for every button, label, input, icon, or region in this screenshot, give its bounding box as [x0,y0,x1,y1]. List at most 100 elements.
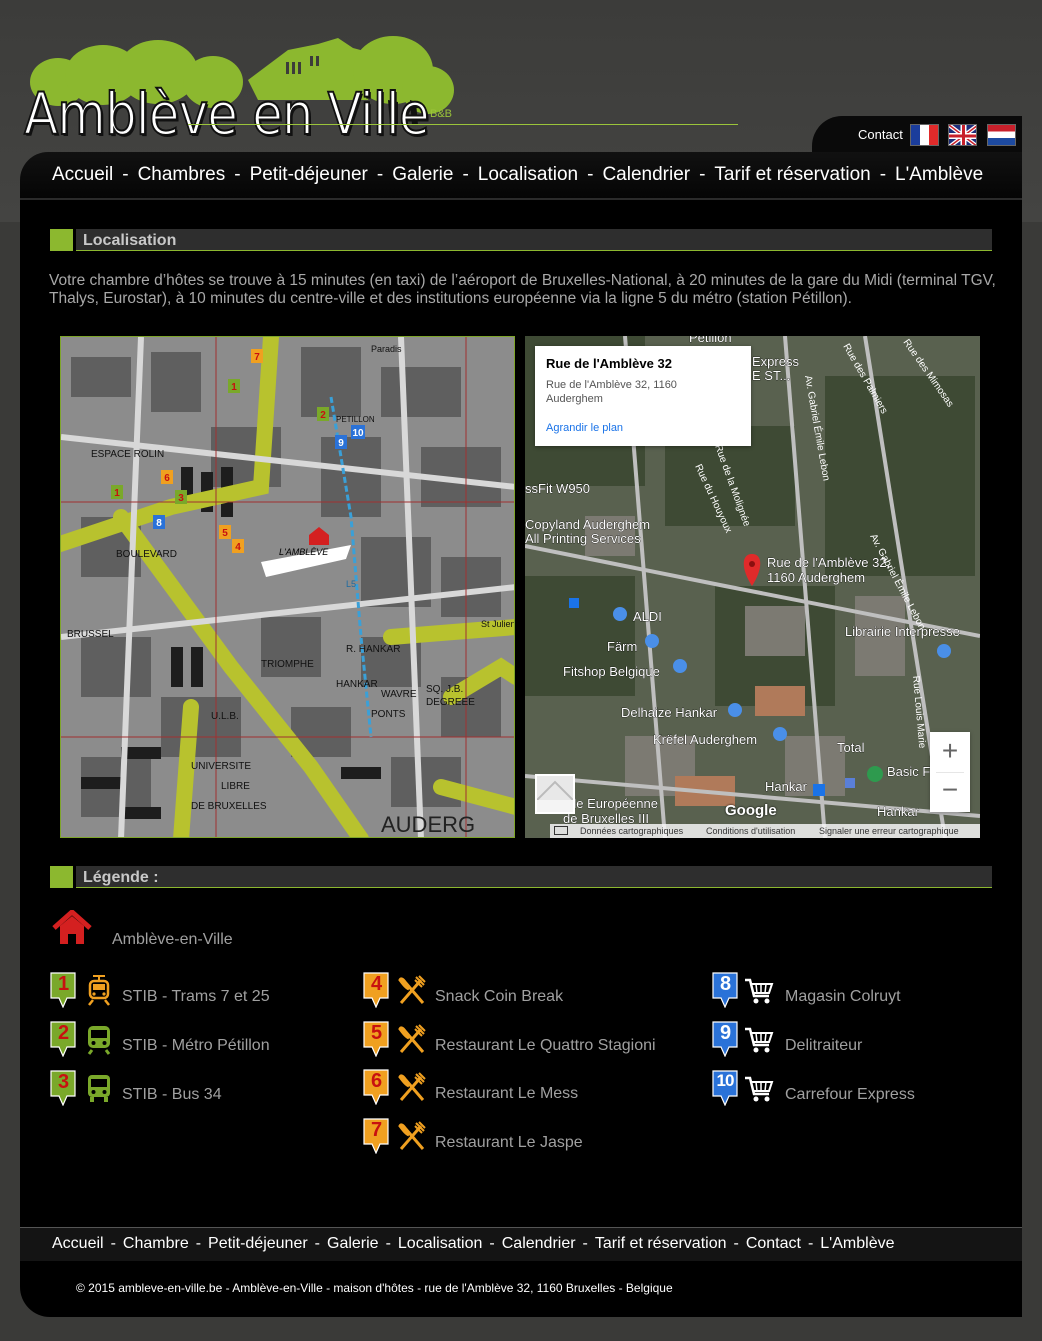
legend-item: 4 Snack Coin Break [363,972,703,1012]
contact-link[interactable]: Contact [858,127,903,142]
legend-label: STIB - Trams 7 et 25 [122,988,270,1005]
fork-knife-icon [397,1120,427,1152]
legend-restaurant-column: 4 Snack Coin Break 5 Restaurant Le Quattro … [363,972,703,1172]
map-place-label: Hankar [765,779,808,794]
nav-calendrier[interactable]: Calendrier [602,164,690,185]
section-title-localisation: Localisation [50,229,992,251]
title-square-icon [50,866,73,888]
home-icon [52,910,92,944]
map-data-link[interactable]: Données cartographiques [580,826,683,836]
footer-nav-chambre[interactable]: Chambre [123,1235,189,1252]
map-pin-icon: 8 [712,972,738,1009]
copyright-text: © 2015 ambleve-en-ville.be - Amblève-en-… [76,1281,673,1295]
map-place-label: Total [837,740,865,755]
keyboard-icon[interactable] [554,826,568,835]
nav-separator: - [489,1235,495,1252]
french-flag-icon[interactable] [910,124,939,146]
nav-l-ambl-ve[interactable]: L'Amblève [895,164,983,185]
nav-separator: - [385,1235,391,1252]
footer-nav-items: Accueil - Chambre - Petit-déjeuner - Galerie - L… [52,1235,894,1253]
site-logo[interactable]: Amblève en Ville B&B [18,30,758,150]
nav-chambres[interactable]: Chambres [138,164,226,185]
legend-home-label: Amblève-en-Ville [112,931,233,948]
site-header: Amblève en Ville B&B Contact Accueil - Cha… [0,0,1042,222]
map-label: LIBRE [221,781,250,792]
map-pin-number: 8 [719,973,731,995]
legend-item: 7 Restaurant Le Jaspe [363,1117,703,1158]
nav-petit-d-jeuner[interactable]: Petit-déjeuner [250,164,368,185]
footer-nav-calendrier[interactable]: Calendrier [502,1235,576,1252]
footer-nav-tarif-et-r-servation[interactable]: Tarif et réservation [595,1235,727,1252]
footer-nav-accueil[interactable]: Accueil [52,1235,104,1252]
map-place-label: ssFit W950 [525,481,590,496]
svg-text:10: 10 [352,428,364,439]
map-terms-link[interactable]: Conditions d'utilisation [706,826,795,836]
footer-nav-l-ambl-ve[interactable]: L'Amblève [820,1235,894,1252]
nav-separator: - [807,1235,814,1252]
nav-accueil[interactable]: Accueil [52,164,113,185]
footer-nav-localisation[interactable]: Localisation [398,1235,483,1252]
nav-separator: - [587,164,594,185]
map-pin-icon: 9 [712,1021,738,1058]
map-info-window: Rue de l'Amblève 32 Rue de l'Amblève 32,… [535,346,751,446]
map-place-label: Librairie Interpresse [845,624,960,639]
map-label: ESPACE ROLIN [91,449,164,460]
map-pin-number: 10 [716,1071,735,1090]
map-pin-icon: 1 [50,972,76,1009]
title-square-icon [50,229,73,251]
zoom-control: + − [930,732,970,812]
map-label: WAVRE [381,689,417,700]
zoom-in-button[interactable]: + [930,732,970,772]
legend-label: Snack Coin Break [435,988,564,1005]
section-title-legend: Légende : [50,866,992,888]
svg-text:1: 1 [231,382,237,393]
map-pin-icon: 3 [50,1070,76,1107]
map-place-label: Fitshop Belgique [563,664,660,679]
zoom-out-button[interactable]: − [930,772,970,812]
nav-tarif-et-r-servation[interactable]: Tarif et réservation [714,164,870,185]
map-label: AUDERG [381,812,475,837]
footer-nav: Accueil - Chambre - Petit-déjeuner - Galerie - L… [20,1227,1022,1261]
fork-knife-icon [397,1023,427,1055]
main-content: Localisation Votre chambre d’hôtes se tr… [20,200,1022,1227]
legend-item: 10 Carrefour Express [712,1070,992,1110]
footer-nav-galerie[interactable]: Galerie [327,1235,379,1252]
map-marker-label: 1160 Auderghem [767,570,865,585]
english-flag-icon[interactable] [948,124,977,146]
metro-icon [84,1023,114,1055]
map-pin-number: 7 [370,1118,382,1141]
legend-label: STIB - Métro Pétillon [122,1037,270,1054]
map-label: L5 [346,579,356,589]
map-pin-number: 2 [57,1022,69,1044]
google-map[interactable]: Rue de l'Amblève 32, 1160 Auderghem ALDI… [525,336,980,838]
footer-nav-contact[interactable]: Contact [746,1235,801,1252]
map-place-label: Hankar [877,804,920,819]
map-pin-icon: 4 [363,972,389,1009]
map-place-label: ALDI [633,609,662,624]
svg-text:9: 9 [338,438,344,449]
dutch-flag-icon[interactable] [987,124,1016,146]
enlarge-map-link[interactable]: Agrandir le plan [546,422,623,434]
main-nav: Accueil - Chambres - Petit-déjeuner - Galerie -… [20,152,1022,198]
legend-shop-column: 8 Magasin Colruyt 9 Delitraiteur 10 Carrefour… [712,972,992,1122]
footer-nav-petit-d-jeuner[interactable]: Petit-déjeuner [208,1235,308,1252]
nav-galerie[interactable]: Galerie [392,164,453,185]
fork-knife-icon [397,974,427,1006]
map-report-link[interactable]: Signaler une erreur cartographique [819,826,959,836]
map-pin-number: 4 [370,973,382,995]
street-view-toggle[interactable] [535,774,575,814]
legend-label: Restaurant Le Jaspe [435,1133,583,1151]
logo-suffix: B&B [430,108,453,120]
map-pin-icon: 6 [363,1069,389,1106]
map-place-label: All Printing Services [525,531,641,546]
map-place-label: Pétillon [689,336,732,345]
nav-localisation[interactable]: Localisation [478,164,578,185]
map-label: R. HANKAR [346,644,400,655]
svg-text:7: 7 [254,352,260,363]
legend-item: 5 Restaurant Le Quattro Stagioni [363,1020,703,1061]
legend-label: Restaurant Le Mess [435,1085,579,1102]
nav-separator: - [110,1235,116,1252]
map-label: SQ. J.B. [426,684,463,695]
map-label: BRUSSEL [67,629,114,640]
title-bar [76,229,992,251]
